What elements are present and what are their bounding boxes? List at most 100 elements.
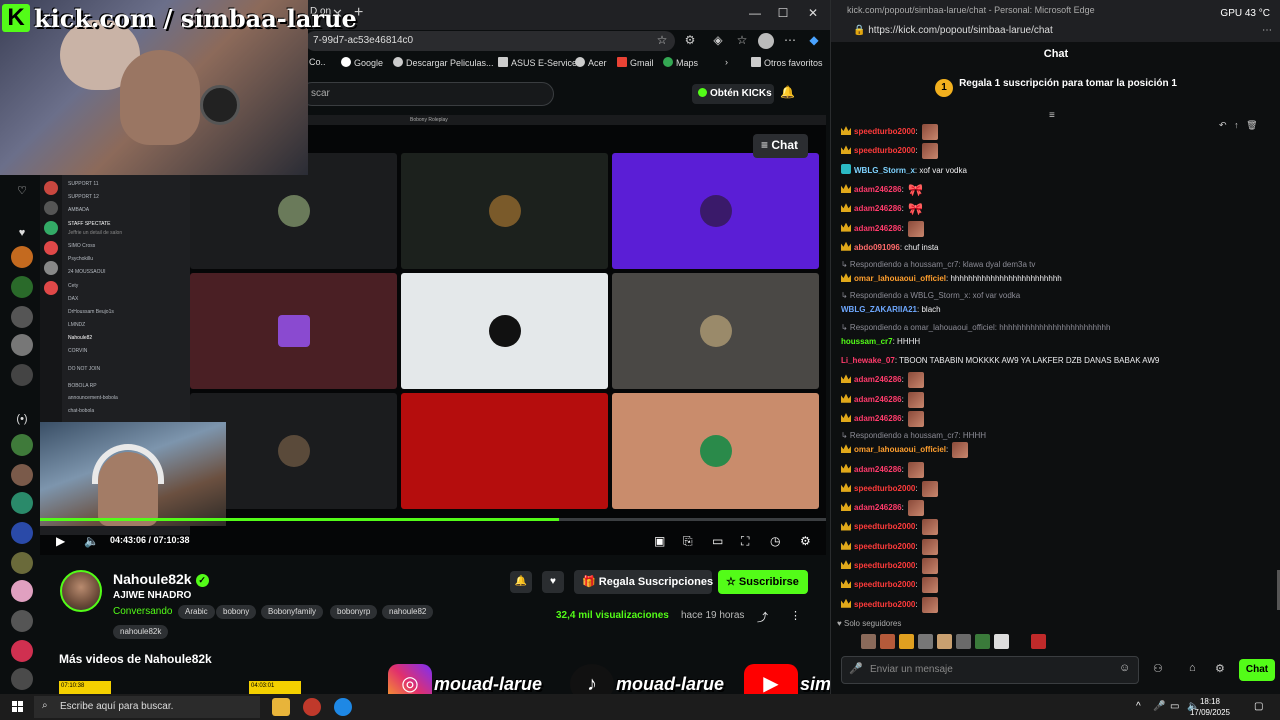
collections-icon[interactable]: ☆ <box>734 33 750 49</box>
emote-item[interactable] <box>937 634 952 649</box>
stream-tag[interactable]: Arabic <box>178 605 215 619</box>
chat-message-input[interactable]: Enviar un mensaje <box>841 656 1139 684</box>
kick-search-input[interactable]: scar <box>300 82 554 106</box>
chat-settings-gear-icon[interactable]: ⚙ <box>1215 662 1225 675</box>
chat-username[interactable]: omar_lahouaoui_officiel <box>854 445 946 454</box>
taskbar-clock[interactable]: 18:18 17/09/2025 <box>1190 696 1230 718</box>
stream-tag[interactable]: Bobonyfamily <box>261 605 324 619</box>
stream-tag[interactable]: nahoule82k <box>113 625 169 639</box>
video-thumbnail-duration[interactable]: 07:10:38 <box>59 681 111 694</box>
obs-icon[interactable] <box>303 698 321 716</box>
chat-username[interactable]: speedturbo2000 <box>854 484 915 493</box>
stream-tag[interactable]: nahoule82 <box>382 605 434 619</box>
chat-username[interactable]: adam246286 <box>854 224 902 233</box>
mic-icon[interactable]: 🎤 <box>849 662 863 675</box>
emote-item[interactable] <box>975 634 990 649</box>
chat-username[interactable]: speedturbo2000 <box>854 523 915 532</box>
speed-icon[interactable]: ◷ <box>770 534 780 548</box>
file-explorer-icon[interactable] <box>272 698 290 716</box>
chat-username[interactable]: speedturbo2000 <box>854 561 915 570</box>
emote-item[interactable] <box>861 634 876 649</box>
send-chat-button[interactable]: Chat <box>1239 659 1275 681</box>
clip-icon[interactable]: ⎘ <box>683 534 693 549</box>
recommended-channel-avatar[interactable] <box>11 434 33 456</box>
channel-name[interactable]: Nahoule82k ✓ <box>113 571 209 587</box>
emote-item[interactable] <box>880 634 895 649</box>
live-icon[interactable]: (•) <box>11 408 33 430</box>
network-icon[interactable]: ▭ <box>1170 701 1179 712</box>
chat-username[interactable]: WBLG_Storm_x <box>854 166 915 175</box>
recommended-channel-avatar[interactable] <box>11 522 33 544</box>
chat-username[interactable]: adam246286 <box>854 375 902 384</box>
stream-tag[interactable]: bobonyrp <box>330 605 378 619</box>
following-channel-avatar[interactable] <box>11 334 33 356</box>
chat-username[interactable]: adam246286 <box>854 503 902 512</box>
obten-kicks-button[interactable]: Obtén KICKs <box>692 84 774 104</box>
chat-username[interactable]: speedturbo2000 <box>854 600 915 609</box>
chat-username[interactable]: adam246286 <box>854 414 902 423</box>
chat-username[interactable]: WBLG_ZAKARIIA21 <box>841 305 917 314</box>
recommended-channel-avatar[interactable] <box>11 464 33 486</box>
close-window-icon[interactable]: ✕ <box>803 6 823 20</box>
heart-icon[interactable]: ♡ <box>11 180 33 202</box>
stream-tag[interactable]: bobony <box>216 605 257 619</box>
bookmark-maps[interactable]: Maps <box>663 57 698 68</box>
chat-username[interactable]: Li_hewake_07 <box>841 356 895 365</box>
volume-icon[interactable]: 🔈 <box>84 534 99 548</box>
notification-icon[interactable]: 🔔 <box>780 85 798 99</box>
chat-username[interactable]: houssam_cr7 <box>841 337 893 346</box>
copilot-icon[interactable]: ◆ <box>806 33 822 49</box>
settings-gear-icon[interactable]: ⚙ <box>800 534 811 548</box>
store-icon[interactable]: ⌂ <box>1189 662 1196 674</box>
recommended-channel-avatar[interactable] <box>11 610 33 632</box>
chat-username[interactable]: adam246286 <box>854 185 902 194</box>
more-menu-icon[interactable]: ⋯ <box>782 33 798 49</box>
chat-username[interactable]: adam246286 <box>854 465 902 474</box>
bookmark-google[interactable]: Google <box>341 57 383 68</box>
subscribe-button[interactable]: ☆ Suscribirse <box>718 570 808 594</box>
video-progress-bar[interactable] <box>40 518 826 521</box>
emote-item[interactable] <box>994 634 1009 649</box>
chat-username[interactable]: speedturbo2000 <box>854 127 915 136</box>
channel-avatar[interactable] <box>60 570 102 612</box>
following-channel-avatar[interactable] <box>11 276 33 298</box>
stream-category[interactable]: Conversando <box>113 606 172 617</box>
tray-mic-icon[interactable]: 🎤 <box>1153 701 1165 712</box>
edge-icon[interactable] <box>334 698 352 716</box>
taskbar-search-input[interactable]: ⌕ Escribe aquí para buscar. <box>34 696 260 718</box>
chat-username[interactable]: speedturbo2000 <box>854 146 915 155</box>
tray-chevron-icon[interactable]: ^ <box>1136 701 1141 712</box>
chat-username[interactable]: speedturbo2000 <box>854 580 915 589</box>
favorite-star-icon[interactable]: ☆ <box>654 33 670 49</box>
emoji-icon[interactable]: ☺ <box>1119 662 1130 674</box>
shield-icon[interactable]: ◈ <box>710 33 726 49</box>
bookmark-otros[interactable]: Otros favoritos <box>751 57 823 68</box>
gift-leaderboard-promo[interactable]: 1 Regala 1 suscripción para tomar la posi… <box>831 78 1280 100</box>
recommended-channel-avatar[interactable] <box>11 492 33 514</box>
profile-avatar[interactable] <box>758 33 774 49</box>
bookmark-asus[interactable]: ASUS E-Service <box>498 57 577 68</box>
fullscreen-icon[interactable]: ⛶ <box>741 534 749 549</box>
pinned-filter-icon[interactable]: ≡ <box>1049 110 1055 121</box>
following-channel-avatar[interactable] <box>11 364 33 386</box>
extensions-icon[interactable]: ⚙ <box>682 33 698 49</box>
emote-item[interactable] <box>899 634 914 649</box>
more-menu-icon[interactable]: ⋯ <box>1262 25 1272 36</box>
address-bar[interactable]: 7-99d7-ac53e46814c0 <box>305 31 675 51</box>
bookmark-acer[interactable]: Acer <box>575 57 607 68</box>
gift-subs-button[interactable]: 🎁 Regala Suscripciones <box>574 570 713 594</box>
windows-start-icon[interactable] <box>12 701 24 713</box>
chat-username[interactable]: abdo091096 <box>854 243 900 252</box>
recommended-channel-avatar[interactable] <box>11 640 33 662</box>
stream-chat-toggle[interactable]: ≡ Chat <box>753 134 808 158</box>
video-thumbnail-duration[interactable]: 04:03:01 <box>249 681 301 694</box>
theater-mode-icon[interactable]: ▭ <box>712 534 723 548</box>
more-options-icon[interactable]: ⋮ <box>790 609 801 622</box>
notification-bell-button[interactable]: 🔔 <box>510 571 532 593</box>
recommended-channel-avatar[interactable] <box>11 552 33 574</box>
emote-item[interactable] <box>956 634 971 649</box>
bookmark-item[interactable]: Co.. <box>309 57 326 67</box>
share-icon[interactable]: ⤴ <box>757 609 768 625</box>
play-icon[interactable]: ▶ <box>56 534 65 548</box>
recommended-channel-avatar[interactable] <box>11 580 33 602</box>
